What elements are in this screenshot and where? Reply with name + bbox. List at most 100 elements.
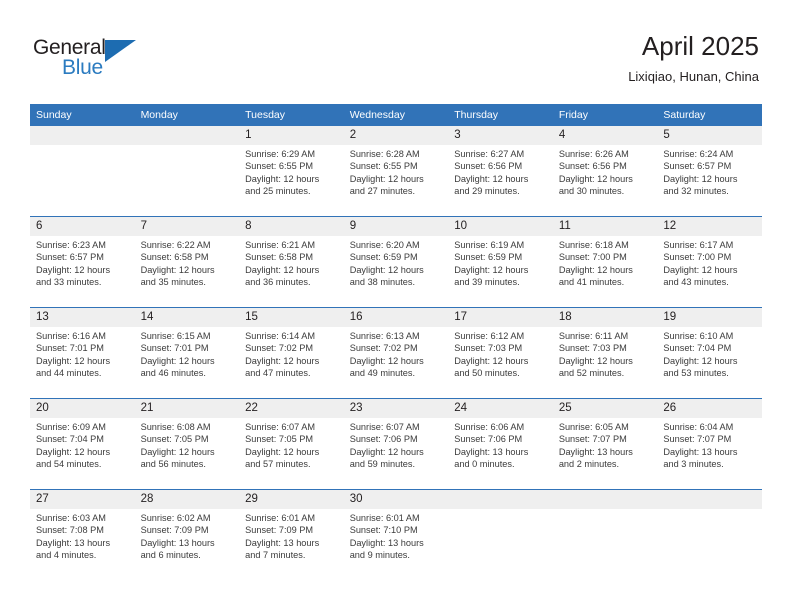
day-number[interactable]: 28 [134,489,240,509]
day-number[interactable]: 30 [343,489,449,509]
day-sunrise-text: Sunrise: 6:18 AM [558,240,629,250]
day-cell[interactable]: Sunrise: 6:23 AM Sunset: 6:57 PM Daylight:… [30,236,135,308]
day-sunrise-text: Sunrise: 6:11 AM [558,331,629,341]
day-cell[interactable]: Sunrise: 6:20 AM Sunset: 6:59 PM Daylight:… [343,236,449,308]
day-cell[interactable]: Sunrise: 6:12 AM Sunset: 7:03 PM Daylight:… [448,327,553,399]
day-cell[interactable]: Sunrise: 6:29 AM Sunset: 6:55 PM Daylight:… [239,145,344,217]
day-cell[interactable]: Sunrise: 6:05 AM Sunset: 7:07 PM Daylight:… [552,418,658,490]
day-sunset-text: Sunset: 6:55 PM [245,161,314,172]
day-number[interactable]: 3 [448,126,553,145]
day-cell[interactable]: Sunrise: 6:28 AM Sunset: 6:55 PM Daylight:… [343,145,449,217]
day-sunset-text: Sunset: 7:01 PM [140,343,209,354]
day-sunrise-text: Sunrise: 6:09 AM [36,422,106,432]
day-sunrise-text: Sunrise: 6:10 AM [663,331,734,341]
day-number[interactable]: 19 [657,307,762,327]
day-cell[interactable]: Sunrise: 6:24 AM Sunset: 6:57 PM Daylight:… [657,145,762,217]
day-cell[interactable]: Sunrise: 6:03 AM Sunset: 7:08 PM Daylight:… [30,509,135,580]
day-cell[interactable]: Sunrise: 6:08 AM Sunset: 7:05 PM Daylight:… [134,418,240,490]
day-daylight-line1-text: Daylight: 13 hours [140,537,215,548]
day-sunset-text: Sunset: 7:01 PM [36,343,104,354]
day-daylight-line2-text: and 7 minutes. [245,549,306,560]
day-daylight-line1-text: Daylight: 12 hours [36,355,111,366]
day-number[interactable]: 29 [239,489,344,509]
day-number[interactable]: 27 [30,489,135,509]
day-number[interactable]: 20 [30,398,135,418]
day-cell[interactable]: Sunrise: 6:27 AM Sunset: 6:56 PM Daylight:… [448,145,553,217]
day-number[interactable]: 13 [30,307,135,327]
day-sunset-text: Sunset: 7:07 PM [558,434,627,445]
day-sunset-text: Sunset: 7:05 PM [245,434,314,445]
day-daylight-line2-text: and 3 minutes. [663,458,724,469]
day-cell[interactable]: Sunrise: 6:21 AM Sunset: 6:58 PM Daylight:… [239,236,344,308]
day-sunrise-text: Sunrise: 6:15 AM [140,331,211,341]
day-cell[interactable]: Sunrise: 6:15 AM Sunset: 7:01 PM Daylight:… [134,327,240,399]
day-number[interactable]: 5 [657,126,762,145]
day-cell[interactable]: Sunrise: 6:19 AM Sunset: 6:59 PM Daylight:… [448,236,553,308]
day-daylight-line2-text: and 2 minutes. [558,458,620,469]
day-cell[interactable]: Sunrise: 6:07 AM Sunset: 7:06 PM Daylight:… [343,418,449,490]
day-number-empty [448,489,553,509]
day-sunset-text: Sunset: 6:58 PM [245,252,314,263]
day-sunset-text: Sunset: 7:10 PM [349,525,418,536]
day-number[interactable]: 8 [239,216,344,236]
week-detail-row: Sunrise: 6:29 AM Sunset: 6:55 PM Daylight:… [30,145,762,217]
day-sunrise-text: Sunrise: 6:07 AM [349,422,420,432]
day-number[interactable]: 2 [343,126,449,145]
day-cell[interactable]: Sunrise: 6:17 AM Sunset: 7:00 PM Daylight:… [657,236,762,308]
day-number[interactable]: 1 [239,126,344,145]
day-daylight-line2-text: and 56 minutes. [140,458,206,469]
day-number[interactable]: 16 [343,307,449,327]
day-number[interactable]: 6 [30,216,135,236]
day-number-empty [30,126,135,145]
day-number[interactable]: 7 [134,216,240,236]
day-sunset-text: Sunset: 7:05 PM [140,434,209,445]
day-cell[interactable]: Sunrise: 6:06 AM Sunset: 7:06 PM Daylight:… [448,418,553,490]
day-number[interactable]: 10 [448,216,553,236]
day-cell[interactable]: Sunrise: 6:22 AM Sunset: 6:58 PM Daylight:… [134,236,240,308]
day-number[interactable]: 24 [448,398,553,418]
day-daylight-line1-text: Daylight: 12 hours [558,355,633,366]
day-cell[interactable]: Sunrise: 6:26 AM Sunset: 6:56 PM Daylight:… [552,145,658,217]
day-number[interactable]: 26 [657,398,762,418]
day-cell[interactable]: Sunrise: 6:01 AM Sunset: 7:09 PM Daylight:… [239,509,344,580]
day-number[interactable]: 25 [552,398,658,418]
day-daylight-line2-text: and 32 minutes. [663,185,729,196]
day-daylight-line1-text: Daylight: 12 hours [558,173,633,184]
day-cell[interactable]: Sunrise: 6:14 AM Sunset: 7:02 PM Daylight:… [239,327,344,399]
day-cell[interactable]: Sunrise: 6:09 AM Sunset: 7:04 PM Daylight:… [30,418,135,490]
day-daylight-line1-text: Daylight: 12 hours [663,264,738,275]
day-number[interactable]: 4 [552,126,658,145]
day-cell[interactable]: Sunrise: 6:01 AM Sunset: 7:10 PM Daylight:… [343,509,449,580]
general-blue-logo[interactable]: General Blue [33,36,163,84]
day-sunset-text: Sunset: 7:07 PM [663,434,732,445]
day-sunrise-text: Sunrise: 6:23 AM [36,240,106,250]
day-cell[interactable]: Sunrise: 6:02 AM Sunset: 7:09 PM Daylight:… [134,509,240,580]
logo-text-blue: Blue [62,56,103,79]
day-number[interactable]: 14 [134,307,240,327]
logo-triangle-icon [105,40,136,62]
day-cell[interactable]: Sunrise: 6:16 AM Sunset: 7:01 PM Daylight:… [30,327,135,399]
day-cell[interactable]: Sunrise: 6:11 AM Sunset: 7:03 PM Daylight:… [552,327,658,399]
day-number[interactable]: 15 [239,307,344,327]
day-number[interactable]: 9 [343,216,449,236]
day-sunrise-text: Sunrise: 6:20 AM [349,240,420,250]
day-number[interactable]: 18 [552,307,658,327]
week-detail-row: Sunrise: 6:03 AM Sunset: 7:08 PM Daylight:… [30,509,762,580]
day-cell[interactable]: Sunrise: 6:18 AM Sunset: 7:00 PM Daylight:… [552,236,658,308]
day-cell[interactable]: Sunrise: 6:10 AM Sunset: 7:04 PM Daylight:… [657,327,762,399]
day-number[interactable]: 23 [343,398,449,418]
day-number[interactable]: 21 [134,398,240,418]
day-number[interactable]: 17 [448,307,553,327]
day-cell-empty [657,509,762,580]
day-sunset-text: Sunset: 7:03 PM [454,343,523,354]
day-cell[interactable]: Sunrise: 6:07 AM Sunset: 7:05 PM Daylight:… [239,418,344,490]
day-cell[interactable]: Sunrise: 6:04 AM Sunset: 7:07 PM Daylight:… [657,418,762,490]
day-number[interactable]: 12 [657,216,762,236]
day-daylight-line1-text: Daylight: 12 hours [663,173,738,184]
day-number[interactable]: 22 [239,398,344,418]
day-sunrise-text: Sunrise: 6:19 AM [454,240,525,250]
day-number[interactable]: 11 [552,216,658,236]
day-daylight-line1-text: Daylight: 12 hours [558,264,633,275]
day-daylight-line1-text: Daylight: 13 hours [349,537,424,548]
day-cell[interactable]: Sunrise: 6:13 AM Sunset: 7:02 PM Daylight:… [343,327,449,399]
